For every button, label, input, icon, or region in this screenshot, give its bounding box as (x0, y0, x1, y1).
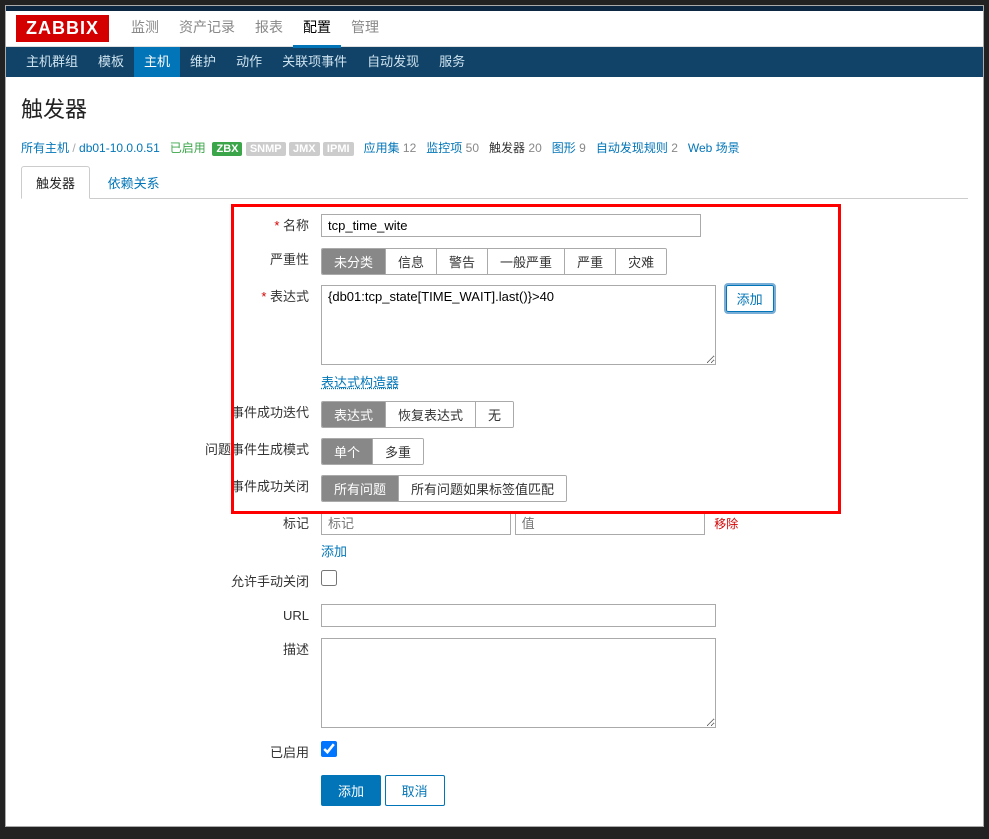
topnav-1[interactable]: 资产记录 (169, 9, 245, 45)
label-name: 名称 (21, 214, 321, 238)
description-textarea[interactable] (321, 638, 716, 728)
page-title: 触发器 (21, 92, 968, 124)
sevGroup-1[interactable]: 信息 (386, 249, 437, 274)
subnav-5[interactable]: 关联项事件 (272, 47, 357, 77)
submit-button[interactable]: 添加 (321, 775, 381, 806)
label-expression: 表达式 (21, 285, 321, 309)
crumb-graphs[interactable]: 图形 9 (552, 141, 586, 155)
tag-add-link[interactable]: 添加 (321, 544, 347, 559)
crumb-all-hosts[interactable]: 所有主机 (21, 141, 69, 155)
enabled-checkbox[interactable] (321, 741, 337, 757)
ipmi-badge: IPMI (323, 142, 354, 156)
sevGroup-4[interactable]: 严重 (565, 249, 616, 274)
topnav-2[interactable]: 报表 (245, 9, 293, 45)
okGenGroup-2[interactable]: 无 (476, 402, 513, 427)
pmGroup-0[interactable]: 单个 (322, 439, 373, 464)
topnav-4[interactable]: 管理 (341, 9, 389, 45)
crumb-triggers: 触发器 20 (489, 141, 542, 155)
tag-value-input[interactable] (515, 512, 705, 535)
crumb-host[interactable]: db01-10.0.0.51 (79, 141, 160, 155)
status-enabled: 已启用 (170, 141, 206, 155)
subnav-6[interactable]: 自动发现 (357, 47, 429, 77)
sevGroup-0[interactable]: 未分类 (322, 249, 386, 274)
topnav-3[interactable]: 配置 (293, 9, 341, 48)
tab-trigger[interactable]: 触发器 (21, 166, 90, 199)
logo: ZABBIX (16, 15, 109, 42)
label-ok-generation: 事件成功迭代 (21, 401, 321, 425)
tag-name-input[interactable] (321, 512, 511, 535)
label-url: URL (21, 604, 321, 628)
topnav-0[interactable]: 监测 (121, 9, 169, 45)
name-input[interactable] (321, 214, 701, 237)
url-input[interactable] (321, 604, 716, 627)
subnav-1[interactable]: 模板 (88, 47, 134, 77)
tab-dependencies[interactable]: 依赖关系 (94, 167, 174, 198)
pmGroup-1[interactable]: 多重 (373, 439, 423, 464)
subnav-2[interactable]: 主机 (134, 47, 180, 77)
subnav-7[interactable]: 服务 (429, 47, 475, 77)
sevGroup-5[interactable]: 灾难 (616, 249, 666, 274)
expression-add-button[interactable]: 添加 (726, 285, 774, 312)
subnav-3[interactable]: 维护 (180, 47, 226, 77)
sevGroup-2[interactable]: 警告 (437, 249, 488, 274)
okCloseGroup-1[interactable]: 所有问题如果标签值匹配 (399, 476, 566, 501)
sevGroup-3[interactable]: 一般严重 (488, 249, 565, 274)
label-ok-close: 事件成功关闭 (21, 475, 321, 499)
zbx-badge: ZBX (212, 142, 242, 156)
crumb-discovery[interactable]: 自动发现规则 2 (596, 141, 678, 155)
okGenGroup-0[interactable]: 表达式 (322, 402, 386, 427)
subnav-4[interactable]: 动作 (226, 47, 272, 77)
breadcrumb: 所有主机 / db01-10.0.0.51 已启用 ZBX SNMP JMX I… (21, 139, 968, 156)
label-problem-mode: 问题事件生成模式 (21, 438, 321, 462)
label-tags: 标记 (21, 512, 321, 536)
label-allow-manual-close: 允许手动关闭 (21, 570, 321, 594)
jmx-badge: JMX (289, 142, 320, 156)
label-enabled: 已启用 (21, 741, 321, 765)
expression-textarea[interactable]: {db01:tcp_state[TIME_WAIT].last()}>40 (321, 285, 716, 365)
snmp-badge: SNMP (246, 142, 286, 156)
crumb-web[interactable]: Web 场景 (688, 141, 740, 155)
label-description: 描述 (21, 638, 321, 662)
expression-builder-link[interactable]: 表达式构造器 (321, 375, 399, 390)
okGenGroup-1[interactable]: 恢复表达式 (386, 402, 476, 427)
crumb-items[interactable]: 监控项 50 (426, 141, 479, 155)
tag-remove-link[interactable]: 移除 (714, 517, 738, 531)
allow-manual-close-checkbox[interactable] (321, 570, 337, 586)
cancel-button[interactable]: 取消 (385, 775, 445, 806)
label-severity: 严重性 (21, 248, 321, 272)
crumb-apps[interactable]: 应用集 12 (364, 141, 417, 155)
okCloseGroup-0[interactable]: 所有问题 (322, 476, 399, 501)
subnav-0[interactable]: 主机群组 (16, 47, 88, 77)
